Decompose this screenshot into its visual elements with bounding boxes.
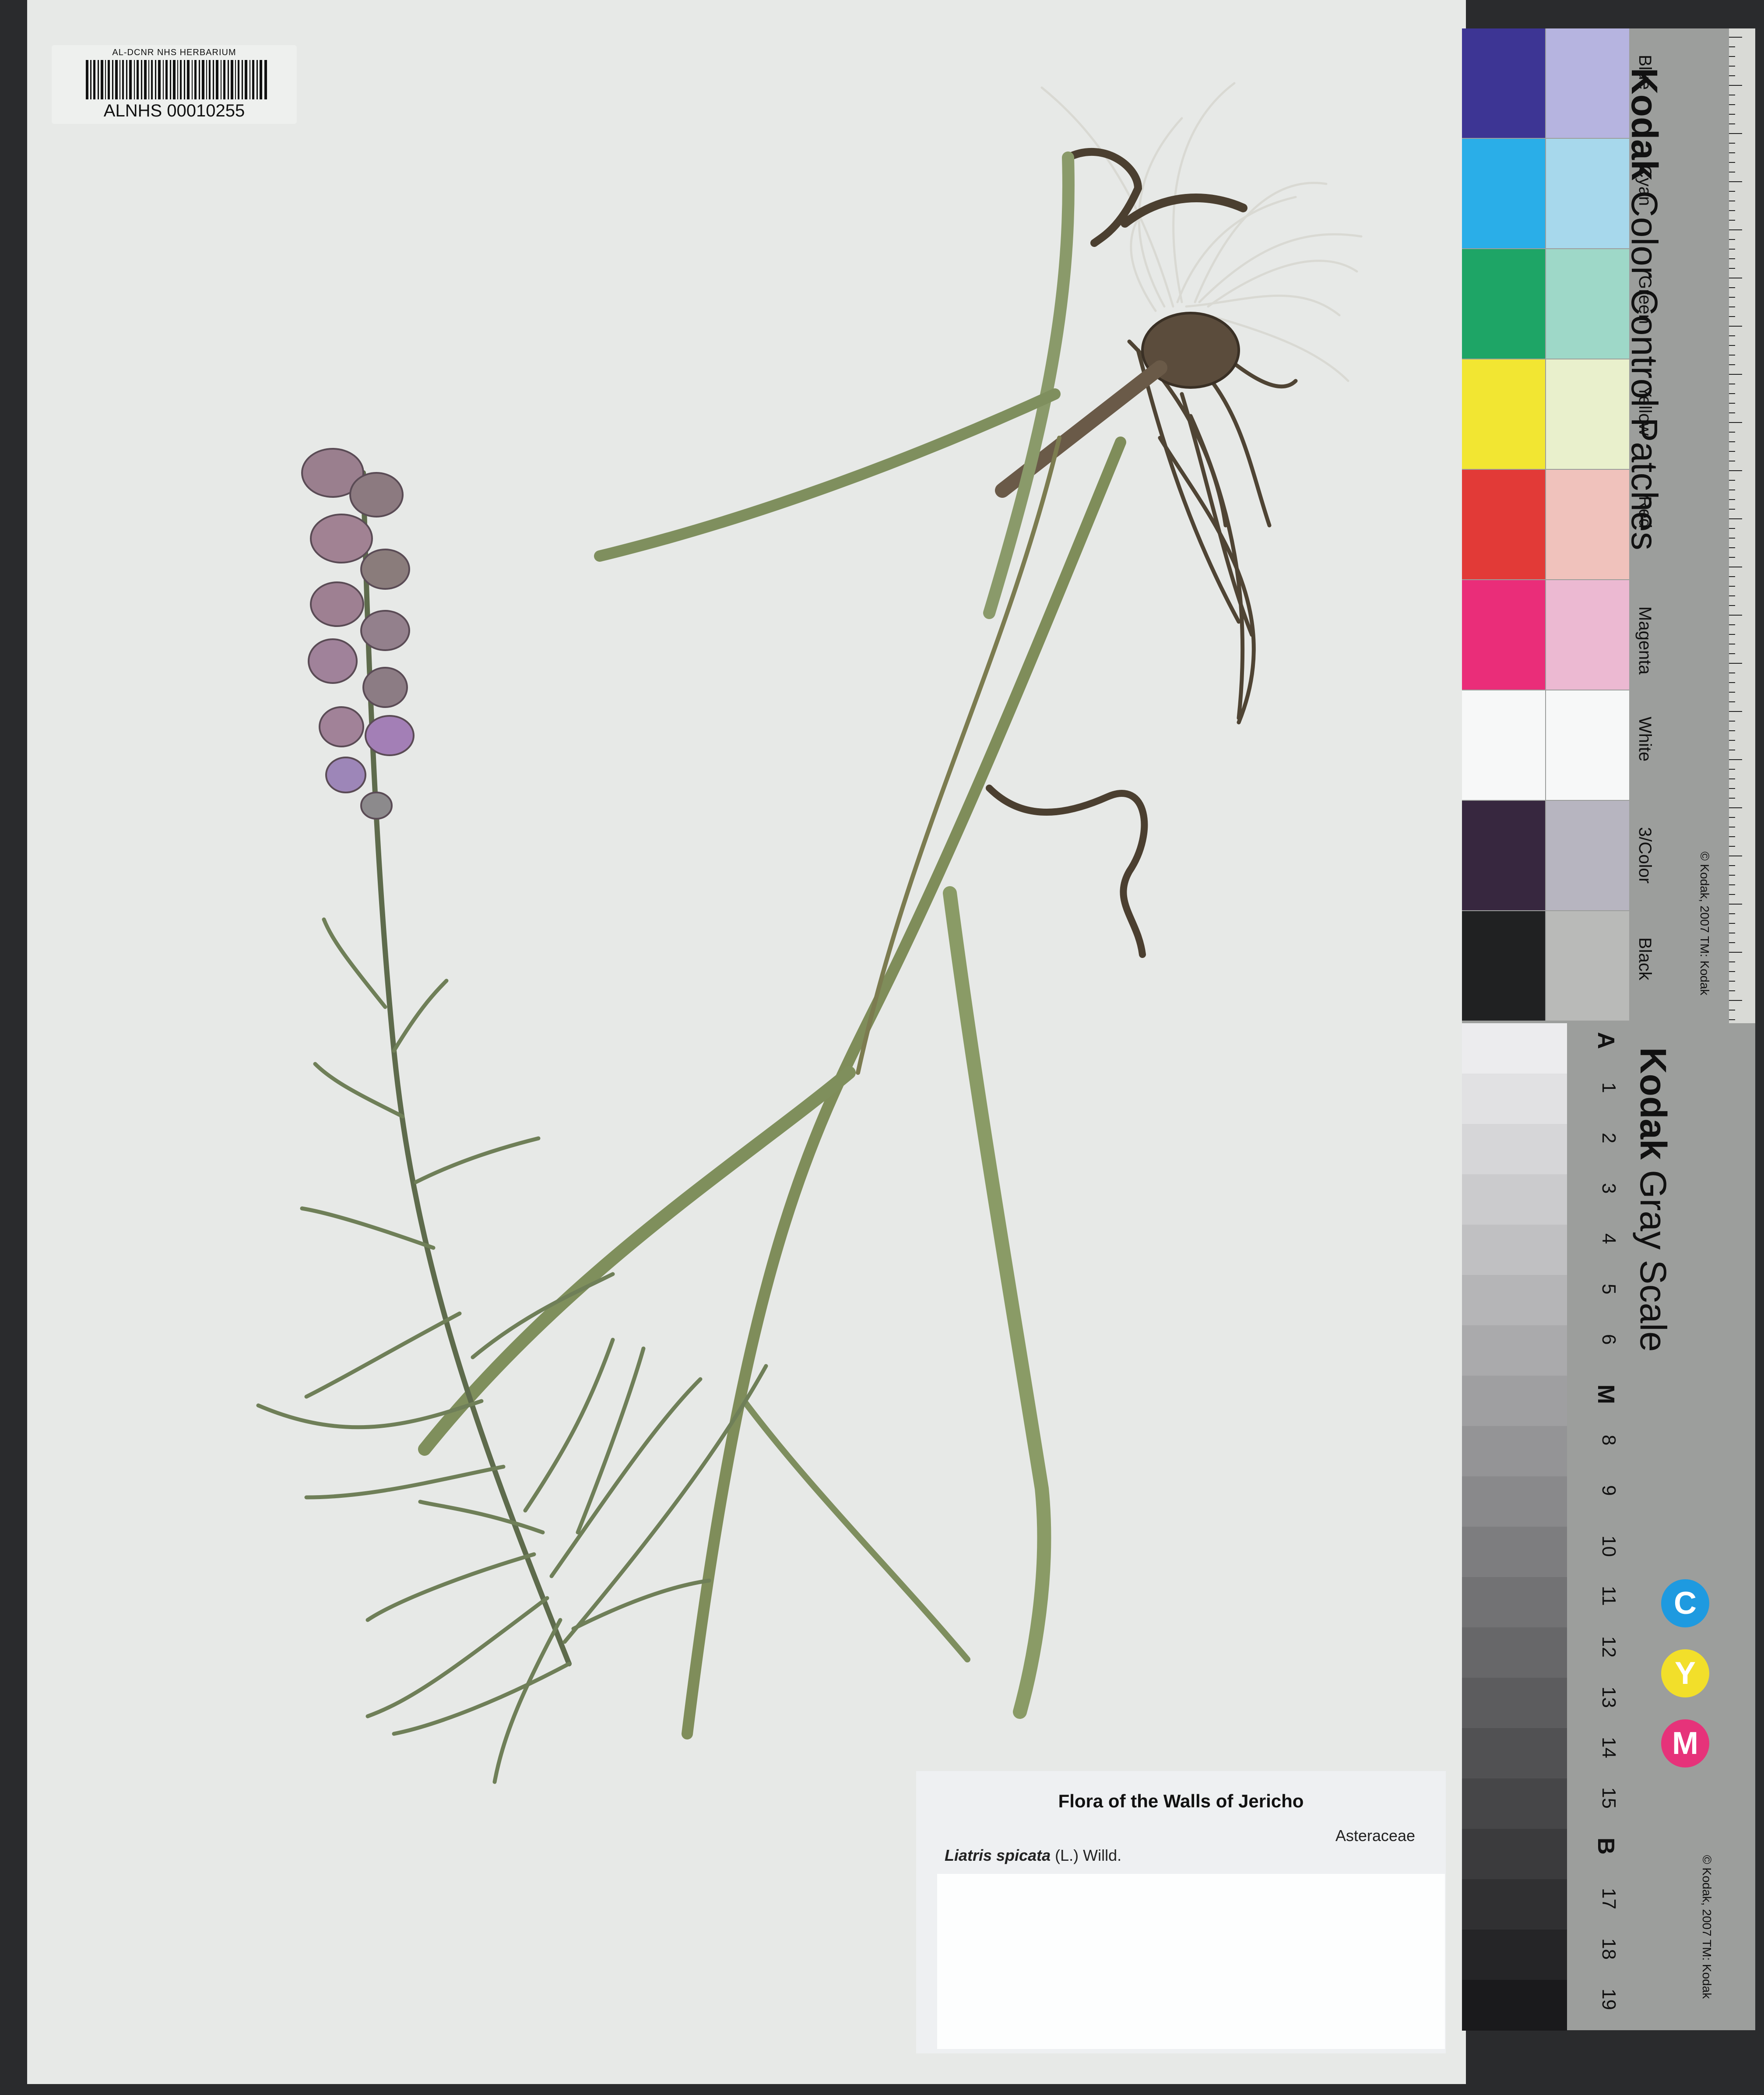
gray-step (1462, 1325, 1567, 1376)
color-patch-label: 3/Color (1635, 827, 1655, 884)
color-patch-label: Green (1635, 275, 1655, 324)
gray-step-label: 18 (1598, 1938, 1620, 1960)
gray-steps (1462, 1023, 1567, 2031)
color-patch-magenta-light (1546, 580, 1629, 690)
gray-step (1462, 1527, 1567, 1577)
gray-step-label: M (1593, 1384, 1619, 1404)
barcode-bars (86, 60, 267, 99)
gray-step (1462, 1225, 1567, 1275)
cmy-letter: C (1674, 1586, 1697, 1621)
species-authority: (L.) Willd. (1055, 1846, 1122, 1864)
color-patch-blue-light (1546, 28, 1629, 138)
color-patch-cyan-light (1546, 139, 1629, 248)
color-patch-3-color-dark (1462, 801, 1545, 910)
color-patch-black-dark (1462, 911, 1545, 1021)
gray-step-label: A (1593, 1032, 1619, 1049)
color-patch-white-light (1546, 690, 1629, 800)
gray-step (1462, 1829, 1567, 1880)
color-patch-red-light (1546, 470, 1629, 579)
family-name: Asteraceae (1335, 1827, 1415, 1845)
gray-step-label: 4 (1598, 1233, 1620, 1244)
color-patch-black-light (1546, 911, 1629, 1021)
color-card-copyright: © Kodak, 2007 TM: Kodak (1698, 852, 1711, 996)
gray-step-label: 5 (1598, 1284, 1620, 1295)
cmy-letter: Y (1674, 1656, 1696, 1691)
color-patch-green-light (1546, 249, 1629, 359)
specimen-label: Flora of the Walls of Jericho Asteraceae… (916, 1771, 1446, 2053)
gray-step-label: 11 (1598, 1586, 1620, 1606)
gray-step-label: 6 (1598, 1334, 1620, 1345)
color-patch-label: Yellow (1635, 386, 1655, 436)
gray-step (1462, 1728, 1567, 1779)
label-blank-area (937, 1874, 1445, 2049)
color-patch-label: White (1635, 717, 1655, 762)
gray-step (1462, 1678, 1567, 1729)
gray-step (1462, 1376, 1567, 1426)
gray-step (1462, 1577, 1567, 1628)
ruler (1729, 28, 1755, 1023)
gray-step-label: 13 (1598, 1687, 1620, 1708)
gray-step (1462, 1074, 1567, 1124)
gray-step (1462, 1476, 1567, 1527)
color-patch-label: Blue (1635, 55, 1655, 90)
kodak-color-card: Kodak Color Control Patches Blue Cyan Gree… (1462, 28, 1755, 1023)
gray-step (1462, 1980, 1567, 2031)
gray-step-label: 3 (1598, 1183, 1620, 1194)
species-line: Liatris spicata (L.) Willd. (945, 1846, 1121, 1865)
color-patch-magenta-dark (1462, 580, 1545, 690)
cmy-dot-c: C (1661, 1579, 1709, 1627)
color-patch-blue-dark (1462, 28, 1545, 138)
gray-step-label: 2 (1598, 1133, 1620, 1144)
herbarium-barcode: AL-DCNR NHS HERBARIUM ALNHS 00010255 (52, 45, 297, 124)
color-patch-white-dark (1462, 690, 1545, 800)
color-patch-yellow-dark (1462, 359, 1545, 469)
gray-step (1462, 1174, 1567, 1225)
color-patch-label: Black (1635, 937, 1655, 980)
color-patch-label: Red (1635, 496, 1655, 528)
gray-step (1462, 1778, 1567, 1829)
color-patch-label: Cyan (1635, 165, 1655, 206)
gray-step (1462, 1879, 1567, 1930)
gray-step (1462, 1627, 1567, 1678)
color-patch-cyan-dark (1462, 139, 1545, 248)
gray-step (1462, 1930, 1567, 1980)
color-patch-green-dark (1462, 249, 1545, 359)
gray-step-label: 1 (1598, 1082, 1620, 1093)
gray-step-label: 9 (1598, 1485, 1620, 1496)
gray-step-label: 15 (1598, 1787, 1620, 1809)
gray-step-label: B (1593, 1838, 1619, 1855)
gray-step-label: 17 (1598, 1888, 1620, 1909)
kodak-gray-scale: A 1 2 3 4 5 6 M 8 9 10 11 12 13 14 15 B 17 18 19 Kodak Gray… (1462, 1023, 1755, 2031)
species-name: Liatris spicata (945, 1846, 1051, 1864)
gray-step-label: 10 (1598, 1535, 1620, 1557)
gray-step-label: 14 (1598, 1737, 1620, 1758)
gray-card-copyright: © Kodak, 2007 TM: Kodak (1700, 1855, 1714, 1999)
gray-step (1462, 1023, 1567, 1074)
gray-step (1462, 1124, 1567, 1175)
cmy-dot-y: Y (1661, 1649, 1709, 1697)
color-patch-red-dark (1462, 470, 1545, 579)
gray-step (1462, 1426, 1567, 1477)
gray-step-label: 19 (1598, 1989, 1620, 2010)
gray-step-label: 12 (1598, 1636, 1620, 1658)
color-patch-yellow-light (1546, 359, 1629, 469)
gray-step-label: 8 (1598, 1435, 1620, 1446)
cmy-dot-m: M (1661, 1719, 1709, 1768)
cmy-letter: M (1672, 1726, 1698, 1761)
color-patch-label: Magenta (1635, 606, 1655, 675)
gray-card-title: Kodak Gray Scale (1633, 1047, 1674, 1352)
catalog-number: ALNHS 00010255 (103, 101, 245, 120)
collection-title: Flora of the Walls of Jericho (1058, 1791, 1304, 1811)
gray-step (1462, 1275, 1567, 1326)
color-patch-3-color-light (1546, 801, 1629, 910)
herbarium-name: AL-DCNR NHS HERBARIUM (112, 48, 236, 57)
